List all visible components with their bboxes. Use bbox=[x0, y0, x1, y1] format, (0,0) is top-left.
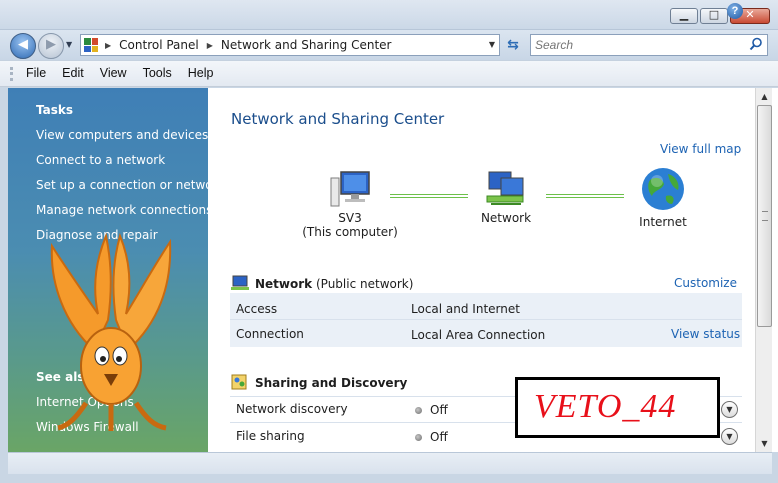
maximize-button[interactable]: □ bbox=[700, 8, 728, 24]
search-input[interactable] bbox=[535, 37, 735, 53]
map-node-computer[interactable]: SV3 (This computer) bbox=[300, 168, 400, 239]
computer-icon bbox=[330, 171, 370, 207]
expand-file-sharing-button[interactable]: ▼ bbox=[721, 428, 738, 445]
computer-subtitle: (This computer) bbox=[302, 225, 398, 239]
recent-pages-dropdown[interactable]: ▼ bbox=[66, 40, 72, 49]
minimize-button[interactable]: ▁ bbox=[670, 8, 698, 24]
access-label: Access bbox=[236, 302, 278, 316]
file-sharing-status: Off bbox=[415, 430, 448, 444]
task-manage-connections[interactable]: Manage network connections bbox=[36, 203, 208, 217]
search-box[interactable] bbox=[530, 34, 768, 56]
watermark-box: VETO_44 bbox=[515, 377, 720, 438]
network-type: (Public network) bbox=[315, 277, 414, 291]
globe-icon bbox=[642, 168, 684, 210]
maximize-icon: □ bbox=[708, 8, 720, 21]
task-view-computers[interactable]: View computers and devices bbox=[36, 128, 208, 142]
search-icon[interactable] bbox=[749, 37, 763, 51]
navigation-bar: ◀ ▶ ▼ ▶ Control Panel ▶ Network and Shar… bbox=[0, 30, 778, 60]
tasks-heading: Tasks bbox=[36, 103, 74, 117]
back-button[interactable]: ◀ bbox=[10, 33, 36, 59]
refresh-button[interactable]: ⇆ bbox=[502, 34, 524, 56]
task-setup-connection[interactable]: Set up a connection or network bbox=[36, 178, 208, 192]
network-discovery-value: Off bbox=[430, 403, 448, 417]
connection-value: Local Area Connection bbox=[411, 328, 546, 342]
window-controls: ▁ □ ✕ bbox=[670, 8, 770, 24]
address-bar[interactable]: ▶ Control Panel ▶ Network and Sharing Ce… bbox=[80, 34, 500, 56]
scrollbar-thumb[interactable] bbox=[757, 105, 772, 327]
chevron-down-icon: ▼ bbox=[726, 432, 733, 441]
map-node-internet[interactable]: Internet bbox=[623, 166, 703, 229]
breadcrumb: ▶ Control Panel ▶ Network and Sharing Ce… bbox=[105, 38, 391, 52]
menu-file[interactable]: File bbox=[18, 66, 54, 80]
back-arrow-icon: ◀ bbox=[18, 37, 28, 52]
network-connection-icon bbox=[231, 275, 249, 290]
chevron-right-icon[interactable]: ▶ bbox=[105, 41, 111, 50]
breadcrumb-network-sharing-center[interactable]: Network and Sharing Center bbox=[221, 38, 392, 52]
view-full-map-link[interactable]: View full map bbox=[660, 142, 741, 156]
status-off-icon bbox=[415, 434, 422, 441]
scroll-up-icon[interactable]: ▲ bbox=[756, 88, 773, 105]
menu-tools[interactable]: Tools bbox=[135, 66, 180, 80]
connection-line-network-internet bbox=[546, 194, 624, 198]
sharing-icon bbox=[231, 374, 247, 390]
menu-help[interactable]: Help bbox=[180, 66, 222, 80]
network-discovery-label: Network discovery bbox=[236, 402, 348, 416]
address-dropdown-icon[interactable]: ▼ bbox=[489, 40, 495, 49]
bird-mascot-image bbox=[50, 232, 172, 431]
access-value: Local and Internet bbox=[411, 302, 520, 316]
toolbar-grip bbox=[10, 67, 13, 81]
vertical-scrollbar[interactable]: ▲ ▼ bbox=[755, 88, 772, 452]
page-title: Network and Sharing Center bbox=[231, 110, 445, 128]
forward-arrow-icon: ▶ bbox=[46, 37, 56, 52]
computer-name: SV3 bbox=[338, 211, 362, 225]
sharing-heading: Sharing and Discovery bbox=[255, 376, 408, 390]
connection-line-computer-network bbox=[390, 194, 468, 198]
control-panel-icon bbox=[84, 38, 98, 52]
map-node-network[interactable]: Network bbox=[466, 168, 546, 225]
network-discovery-status: Off bbox=[415, 403, 448, 417]
forward-button[interactable]: ▶ bbox=[38, 33, 64, 59]
connection-label: Connection bbox=[236, 327, 304, 341]
scroll-down-icon[interactable]: ▼ bbox=[756, 435, 773, 452]
minimize-icon: ▁ bbox=[679, 8, 689, 21]
file-sharing-value: Off bbox=[430, 430, 448, 444]
chevron-right-icon[interactable]: ▶ bbox=[207, 41, 213, 50]
file-sharing-label: File sharing bbox=[236, 429, 305, 443]
title-bar: ▁ □ ✕ bbox=[0, 0, 778, 30]
status-bar bbox=[8, 452, 772, 474]
window-frame-bottom bbox=[0, 474, 778, 483]
status-off-icon bbox=[415, 407, 422, 414]
row-divider bbox=[230, 319, 742, 320]
menu-edit[interactable]: Edit bbox=[54, 66, 92, 80]
network-icon bbox=[486, 171, 524, 205]
help-icon[interactable]: ? bbox=[727, 3, 743, 19]
refresh-icon: ⇆ bbox=[507, 37, 519, 53]
expand-network-discovery-button[interactable]: ▼ bbox=[721, 401, 738, 418]
watermark-text: VETO_44 bbox=[534, 388, 677, 425]
task-pane: Tasks View computers and devices Connect… bbox=[8, 88, 208, 452]
view-status-link[interactable]: View status bbox=[671, 327, 740, 341]
network-label: Network bbox=[480, 211, 532, 225]
chevron-down-icon: ▼ bbox=[726, 405, 733, 414]
menu-view[interactable]: View bbox=[92, 66, 135, 80]
task-connect-network[interactable]: Connect to a network bbox=[36, 153, 165, 167]
internet-label: Internet bbox=[639, 215, 687, 229]
breadcrumb-control-panel[interactable]: Control Panel bbox=[119, 38, 199, 52]
network-name: Network bbox=[255, 277, 313, 291]
network-section-header: Network (Public network) bbox=[231, 274, 413, 292]
sharing-section-header: Sharing and Discovery bbox=[231, 374, 407, 390]
customize-link[interactable]: Customize bbox=[674, 276, 737, 290]
menu-bar: File Edit View Tools Help bbox=[0, 60, 778, 87]
